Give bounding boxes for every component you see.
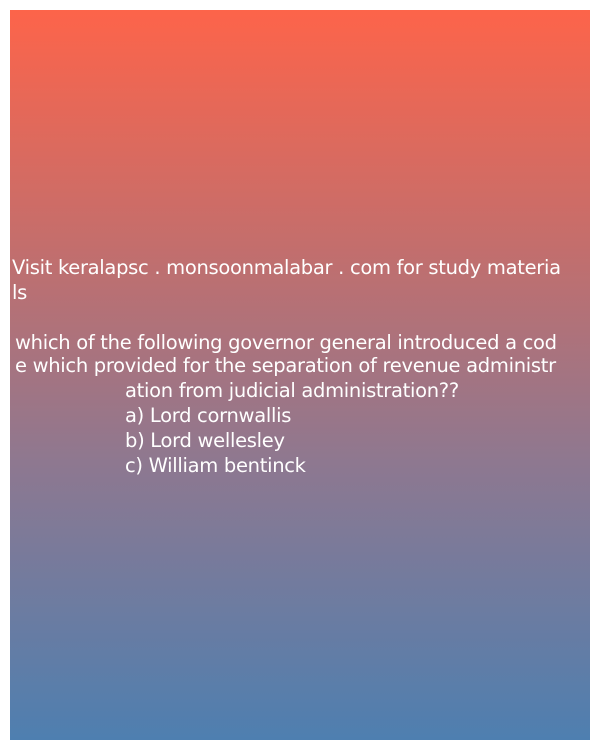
option-c: c) William bentinck [125, 454, 306, 477]
question-text-line-1: which of the following governor general … [15, 331, 557, 354]
question-card: Visit keralapsc . monsoonmalabar . com f… [10, 10, 590, 740]
question-text-line-2: e which provided for the separation of r… [15, 354, 556, 377]
promo-text-line-1: Visit keralapsc . monsoonmalabar . com f… [12, 256, 561, 279]
question-text-line-3: ation from judicial administration?? [125, 379, 459, 402]
promo-text-line-2: ls [12, 281, 27, 304]
option-b: b) Lord wellesley [125, 429, 285, 452]
option-a: a) Lord cornwallis [125, 404, 292, 427]
